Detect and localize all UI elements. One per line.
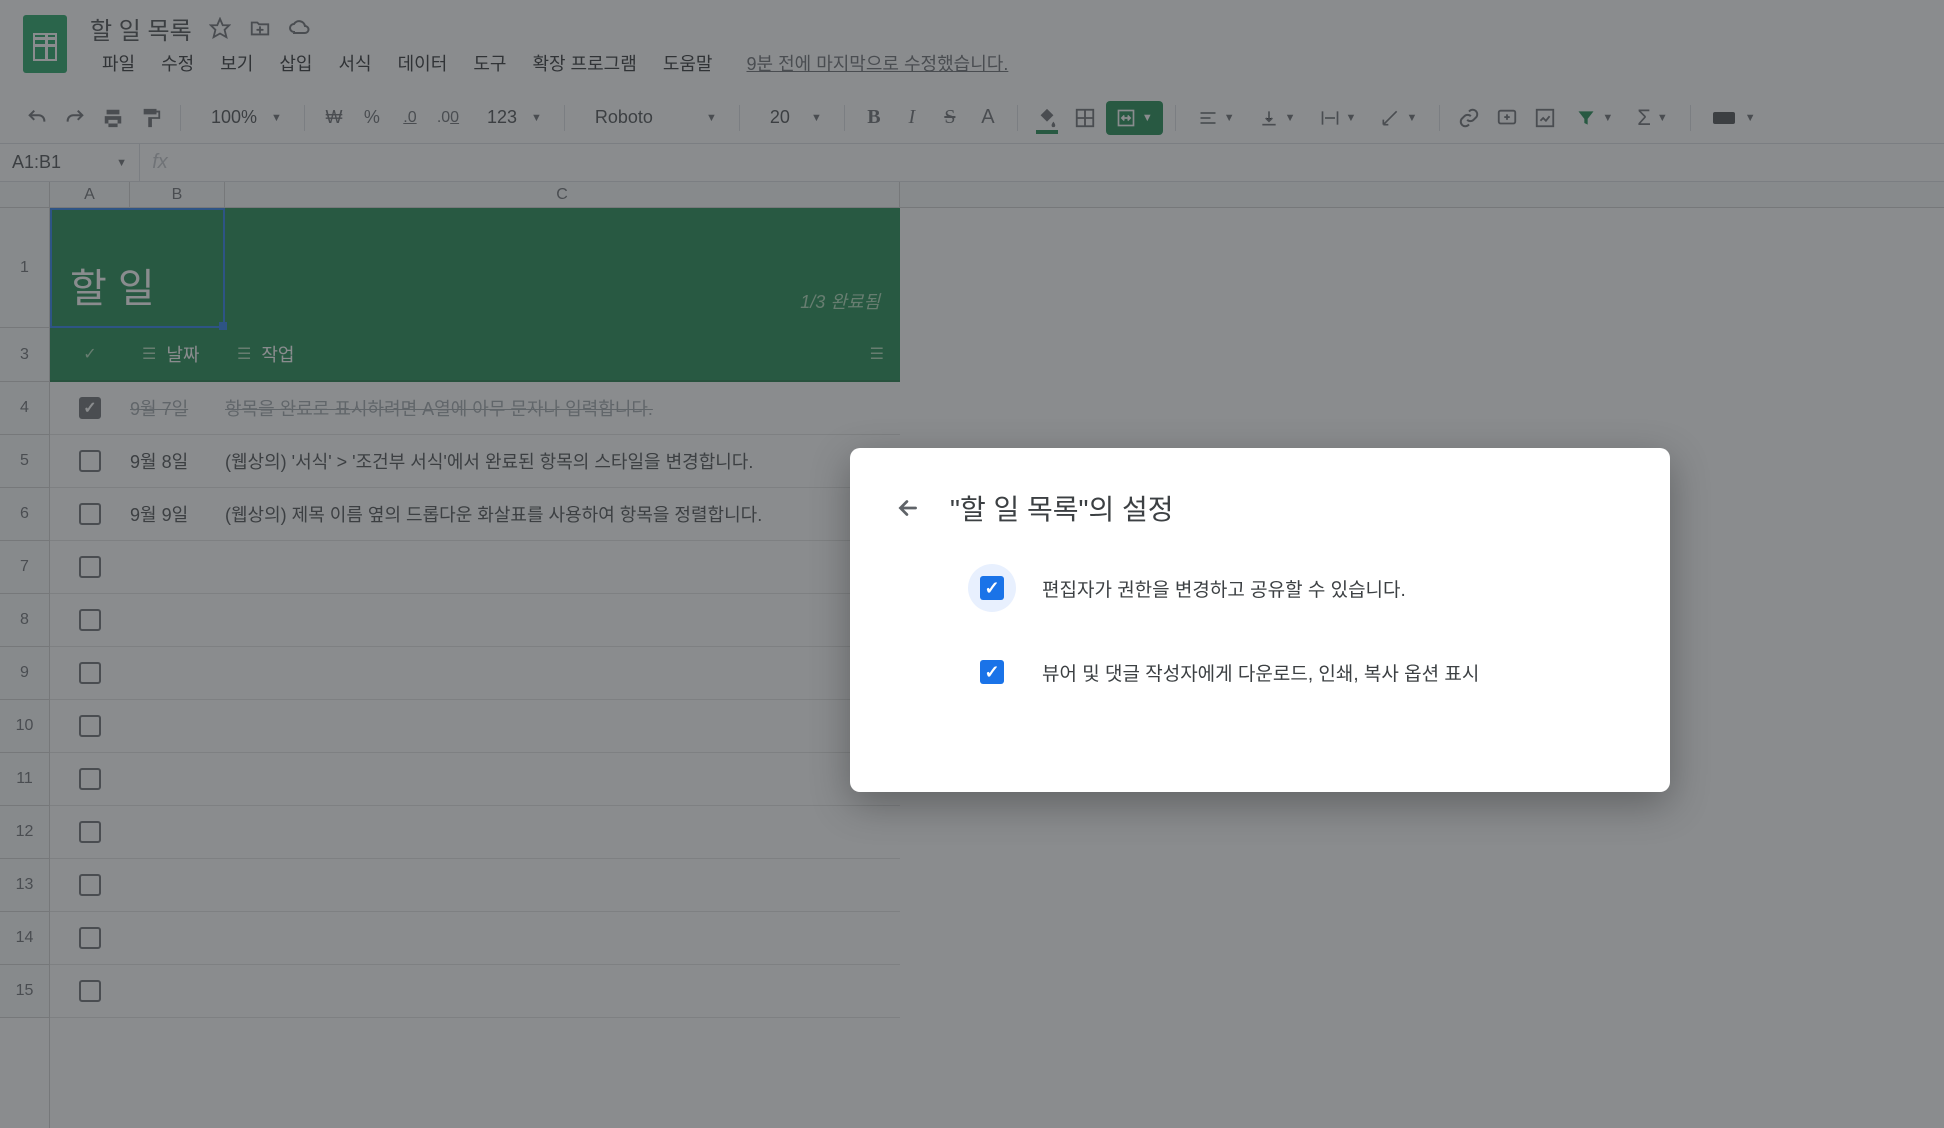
checkbox-wrap: ✓ [968,648,1016,696]
checkbox-editors-share[interactable]: ✓ [980,576,1004,600]
app-root: 할 일 목록 파일 수정 보기 삽입 서식 데이터 도구 확장 프로그 [0,0,1944,1128]
checkbox-wrap: ✓ [968,564,1016,612]
option-label: 뷰어 및 댓글 작성자에게 다운로드, 인쇄, 복사 옵션 표시 [1042,659,1479,686]
dialog-option: ✓ 뷰어 및 댓글 작성자에게 다운로드, 인쇄, 복사 옵션 표시 [968,648,1622,696]
dialog-title: "할 일 목록"의 설정 [950,488,1174,528]
settings-dialog: "할 일 목록"의 설정 ✓ 편집자가 권한을 변경하고 공유할 수 있습니다.… [850,448,1670,792]
dialog-header: "할 일 목록"의 설정 [890,488,1622,528]
back-button[interactable] [890,490,926,526]
checkbox-viewers-download[interactable]: ✓ [980,660,1004,684]
dialog-option: ✓ 편집자가 권한을 변경하고 공유할 수 있습니다. [968,564,1622,612]
option-label: 편집자가 권한을 변경하고 공유할 수 있습니다. [1042,575,1406,602]
